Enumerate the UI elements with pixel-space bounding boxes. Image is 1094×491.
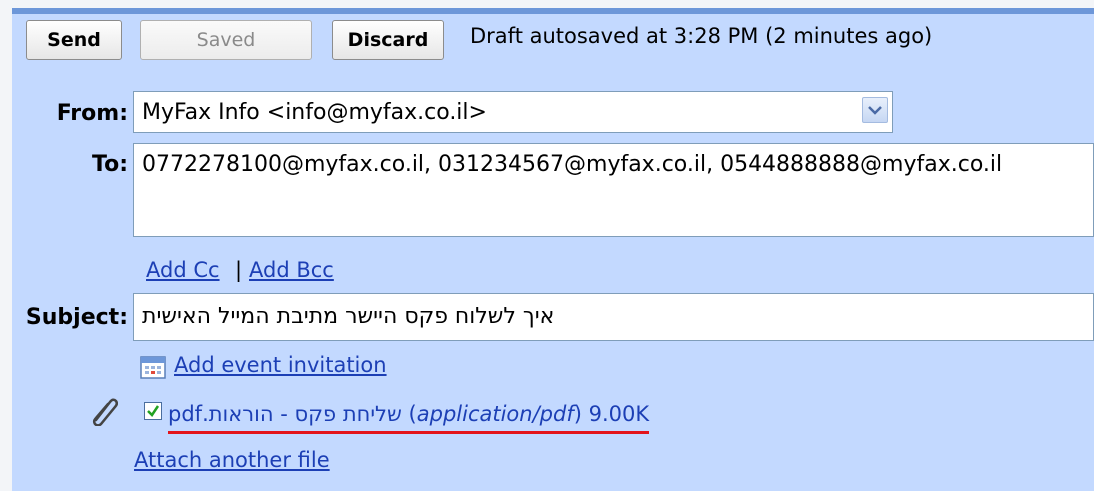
discard-button[interactable]: Discard — [332, 20, 444, 60]
add-bcc-link[interactable]: Add Bcc — [249, 258, 334, 282]
attachment-close-paren: ) — [573, 402, 589, 426]
autosave-status: Draft autosaved at 3:28 PM (2 minutes ag… — [470, 24, 933, 48]
attachment-item[interactable]: שליחת פקס - הוראות.pdf (application/pdf)… — [168, 399, 650, 434]
attachment-open-paren: ( — [401, 402, 417, 426]
subject-field[interactable]: איך לשלוח פקס היישר מתיבת המייל האישית — [133, 293, 1094, 341]
attachment-mime: application/pdf — [416, 402, 574, 426]
subject-label: Subject: — [25, 305, 128, 330]
calendar-icon — [140, 355, 166, 379]
to-field[interactable]: 0772278100@myfax.co.il, 031234567@myfax.… — [133, 143, 1094, 237]
add-cc-link[interactable]: Add Cc — [146, 258, 220, 282]
subject-value: איך לשלוח פקס היישר מתיבת המייל האישית — [142, 304, 555, 329]
send-button[interactable]: Send — [26, 20, 122, 60]
attachment-size: 9.00K — [588, 402, 650, 426]
paperclip-icon — [88, 396, 119, 427]
from-label: From: — [56, 101, 128, 126]
from-value: MyFax Info <info@myfax.co.il> — [142, 100, 487, 125]
attachment-filename: שליחת פקס - הוראות.pdf — [168, 402, 402, 426]
attach-another-file-link[interactable]: Attach another file — [134, 448, 330, 472]
link-separator: | — [235, 258, 243, 282]
attachment-checkbox[interactable] — [144, 402, 162, 420]
chevron-down-icon[interactable] — [862, 97, 888, 123]
from-select[interactable]: MyFax Info <info@myfax.co.il> — [133, 91, 893, 133]
to-label: To: — [92, 152, 128, 177]
add-event-invitation-link[interactable]: Add event invitation — [174, 353, 387, 377]
saved-button[interactable]: Saved — [140, 20, 312, 60]
